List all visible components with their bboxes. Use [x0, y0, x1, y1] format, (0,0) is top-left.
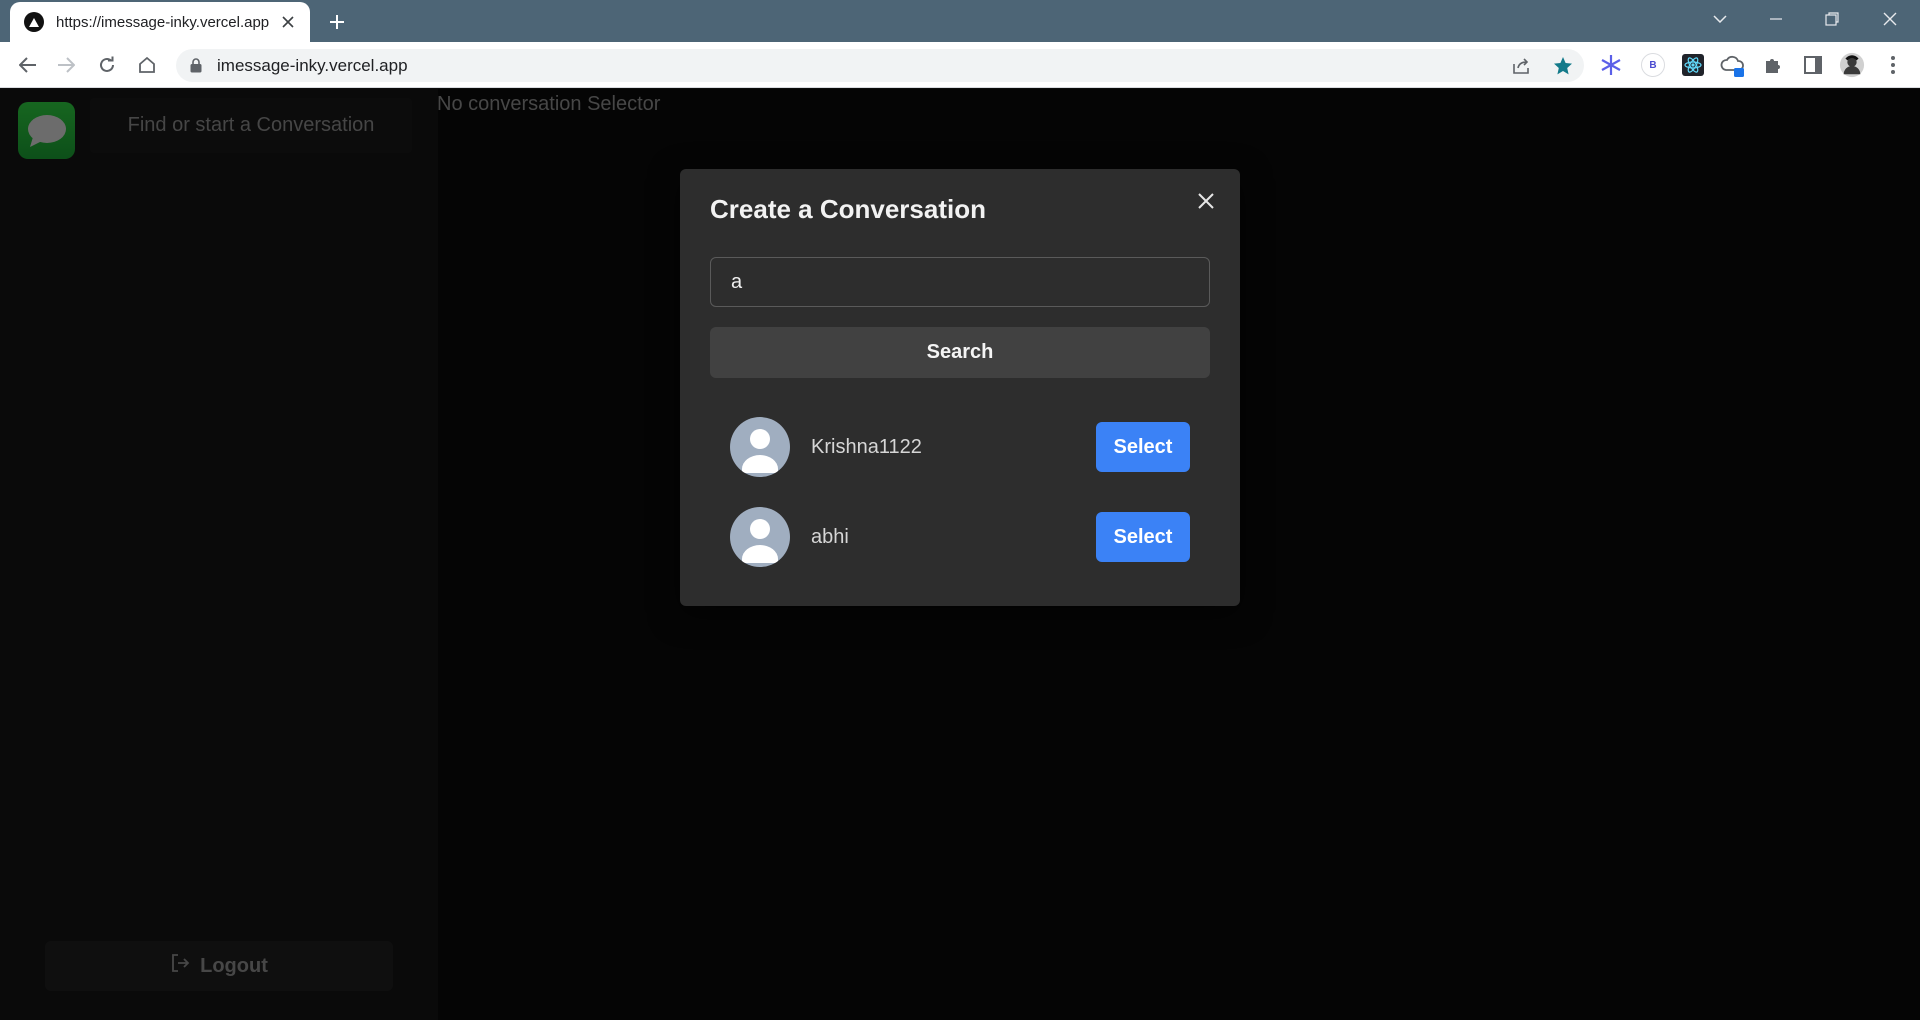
- browser-tab-strip: https://imessage-inky.vercel.app: [0, 0, 1920, 42]
- menu-icon[interactable]: [1880, 52, 1906, 78]
- home-icon[interactable]: [133, 51, 161, 79]
- react-devtools-icon[interactable]: [1680, 52, 1706, 78]
- sidepanel-icon[interactable]: [1800, 52, 1826, 78]
- username-search-input[interactable]: [710, 257, 1210, 307]
- close-icon[interactable]: [278, 12, 298, 32]
- lock-icon: [190, 58, 202, 78]
- restore-icon[interactable]: [1804, 0, 1860, 38]
- reload-icon[interactable]: [93, 51, 121, 79]
- select-user-button[interactable]: Select: [1096, 512, 1190, 562]
- create-conversation-modal: Create a Conversation Search Krishna1122…: [680, 169, 1240, 606]
- browser-toolbar: imessage-inky.vercel.app B: [0, 42, 1920, 88]
- minimize-icon[interactable]: [1748, 0, 1804, 38]
- chevron-down-icon[interactable]: [1692, 0, 1748, 38]
- snowflake-extension-icon[interactable]: [1598, 52, 1624, 78]
- plus-icon[interactable]: [324, 9, 350, 35]
- browser-tab[interactable]: https://imessage-inky.vercel.app: [10, 2, 310, 42]
- cloud-extension-icon[interactable]: [1720, 52, 1746, 78]
- username: abhi: [811, 526, 849, 548]
- user-icon: [730, 507, 790, 567]
- user-result-row: Krishna1122 Select: [730, 417, 1190, 477]
- select-user-button[interactable]: Select: [1096, 422, 1190, 472]
- forward-icon[interactable]: [52, 51, 80, 79]
- user-icon: [730, 417, 790, 477]
- vercel-icon: [24, 12, 44, 32]
- close-icon[interactable]: [1192, 187, 1220, 215]
- extension-badge: B: [1641, 53, 1665, 77]
- search-button[interactable]: Search: [710, 327, 1210, 378]
- star-icon[interactable]: [1552, 55, 1574, 77]
- share-icon[interactable]: [1510, 55, 1532, 77]
- address-bar[interactable]: imessage-inky.vercel.app: [176, 49, 1584, 82]
- user-result-row: abhi Select: [730, 507, 1190, 567]
- puzzle-icon[interactable]: [1760, 52, 1786, 78]
- modal-title: Create a Conversation: [710, 194, 986, 224]
- back-icon[interactable]: [14, 51, 42, 79]
- close-icon[interactable]: [1862, 0, 1918, 38]
- username: Krishna1122: [811, 436, 922, 458]
- tab-title: https://imessage-inky.vercel.app: [56, 13, 270, 31]
- b-extension-icon[interactable]: B: [1640, 52, 1666, 78]
- url-text: imessage-inky.vercel.app: [217, 56, 408, 75]
- profile-icon[interactable]: [1839, 52, 1865, 78]
